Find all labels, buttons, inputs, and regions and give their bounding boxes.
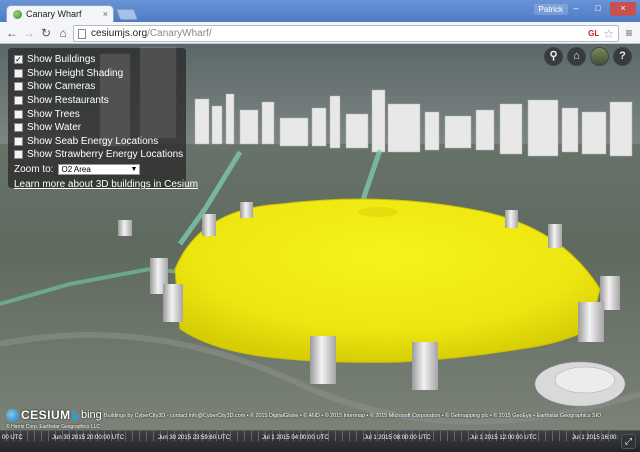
tab-close-icon[interactable]: ×: [103, 9, 108, 19]
user-profile-button[interactable]: Patrick: [533, 4, 568, 15]
option-show-seab-energy[interactable]: Show Seab Energy Locations: [14, 135, 180, 149]
option-show-height-shading[interactable]: Show Height Shading: [14, 67, 180, 81]
home-button[interactable]: ⌂: [55, 25, 71, 41]
window-controls: – □ ×: [566, 2, 636, 16]
address-bar[interactable]: cesiumjs.org/CanaryWharf/ GL ☆: [73, 25, 619, 42]
zoom-label: Zoom to:: [14, 164, 54, 176]
option-show-buildings[interactable]: ✓ Show Buildings: [14, 53, 180, 67]
geocoder-search-icon[interactable]: ⚲: [544, 47, 563, 66]
cesium-favicon-icon: [13, 9, 22, 19]
dropdown-arrow-icon: ▼: [130, 166, 138, 174]
checkbox[interactable]: [14, 123, 23, 133]
timeline-label: Jun 30 2015 20:00:00 UTC: [52, 435, 125, 441]
zoom-to-row: Zoom to: O2 Area ▼: [14, 163, 180, 177]
gl-extension-icon[interactable]: GL: [588, 29, 599, 38]
back-button[interactable]: ←: [4, 25, 20, 41]
bookmark-star-icon[interactable]: ☆: [603, 28, 614, 40]
close-window-button[interactable]: ×: [610, 2, 636, 16]
cesium-viewer[interactable]: ✓ Show Buildings Show Height Shading Show…: [0, 44, 640, 452]
timeline-label: Jun 30 2015 23:59:60 UTC: [158, 435, 231, 441]
bing-logo-icon: [72, 409, 79, 421]
checkbox[interactable]: [14, 136, 23, 146]
base-layer-picker-icon[interactable]: [590, 47, 609, 66]
timeline-label: 00 UTC: [2, 435, 23, 441]
timeline-label: Jul 1 2015 12:00:00 UTC: [470, 435, 537, 441]
checkbox[interactable]: [14, 109, 23, 119]
viewer-toolbar: ⚲ ⌂ ?: [544, 47, 632, 66]
help-icon[interactable]: ?: [613, 47, 632, 66]
option-show-trees[interactable]: Show Trees: [14, 107, 180, 121]
checkbox[interactable]: [14, 82, 23, 92]
browser-titlebar: Canary Wharf × Patrick – □ ×: [0, 0, 640, 22]
option-show-restaurants[interactable]: Show Restaurants: [14, 94, 180, 108]
url-text[interactable]: cesiumjs.org/CanaryWharf/: [91, 28, 588, 39]
minimize-button[interactable]: –: [566, 2, 586, 16]
timeline-label: Jul 1 2015 04:00:00 UTC: [262, 435, 329, 441]
layer-options-panel: ✓ Show Buildings Show Height Shading Show…: [8, 48, 198, 190]
timeline[interactable]: 00 UTC Jun 30 2015 20:00:00 UTC Jun 30 2…: [0, 430, 640, 452]
browser-tab[interactable]: Canary Wharf ×: [6, 5, 114, 22]
foreground-buildings: [534, 361, 626, 407]
checkbox[interactable]: [14, 150, 23, 160]
option-show-cameras[interactable]: Show Cameras: [14, 80, 180, 94]
zoom-to-select[interactable]: O2 Area ▼: [58, 164, 141, 176]
data-attribution: Buildings by CyberCity3D - contact info@…: [104, 413, 602, 419]
browser-toolbar: ← → ↻ ⌂ cesiumjs.org/CanaryWharf/ GL ☆ ≡: [0, 22, 640, 44]
forward-button[interactable]: →: [21, 25, 37, 41]
new-tab-button[interactable]: [115, 9, 139, 20]
reload-button[interactable]: ↻: [38, 25, 54, 41]
dome-cap: [358, 207, 398, 217]
cesium-logo[interactable]: CESIUM: [6, 408, 71, 422]
cesium-logo-icon: [6, 408, 19, 422]
checkbox[interactable]: [14, 96, 23, 106]
bing-logo[interactable]: bing: [72, 409, 102, 421]
checkbox-checked[interactable]: ✓: [14, 55, 23, 65]
tab-title: Canary Wharf: [26, 9, 82, 19]
timeline-label: Jul 1 2015 08:00:00 UTC: [364, 435, 431, 441]
fullscreen-button[interactable]: ⤢: [621, 434, 636, 449]
timeline-label: Jul 1 2015 16:00:: [572, 435, 619, 441]
home-view-icon[interactable]: ⌂: [567, 47, 586, 66]
maximize-button[interactable]: □: [588, 2, 608, 16]
option-show-water[interactable]: Show Water: [14, 121, 180, 135]
checkbox[interactable]: [14, 68, 23, 78]
browser-menu-icon[interactable]: ≡: [623, 26, 635, 40]
option-show-strawberry-energy[interactable]: Show Strawberry Energy Locations: [14, 148, 183, 162]
learn-more-link[interactable]: Learn more about 3D buildings in Cesium: [14, 179, 198, 190]
page-icon: [78, 28, 86, 39]
credits-bar: CESIUM bing Buildings by CyberCity3D - c…: [0, 406, 640, 430]
